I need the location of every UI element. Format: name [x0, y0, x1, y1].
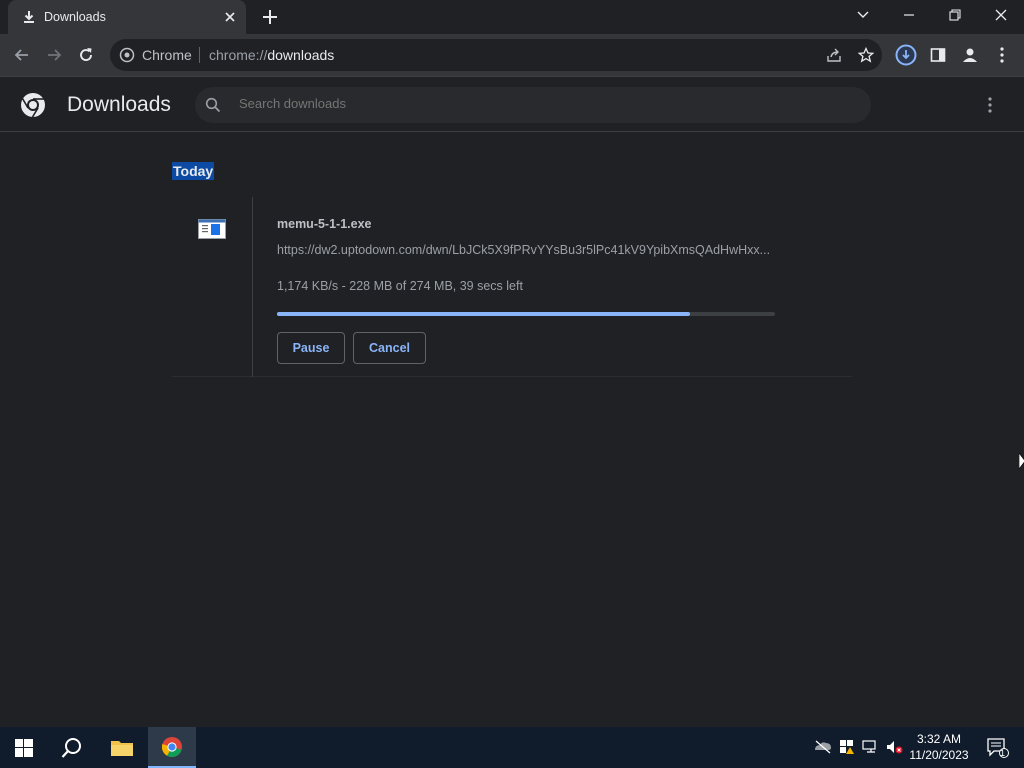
chrome-logo-icon [21, 93, 45, 118]
download-progress-icon [895, 44, 917, 66]
browser-toolbar: Chrome chrome://downloads [0, 34, 1024, 76]
download-item: memu-5-1-1.exe https://dw2.uptodown.com/… [172, 197, 852, 377]
volume-muted-icon[interactable] [886, 740, 904, 754]
taskbar-search-button[interactable] [48, 727, 96, 768]
chrome-taskbar-button[interactable] [148, 727, 196, 768]
download-progress-bar [277, 312, 775, 316]
item-divider [252, 197, 253, 377]
clock-date: 11/20/2023 [909, 748, 969, 762]
downloads-toolbar-button[interactable] [894, 43, 918, 67]
more-vert-icon [1000, 47, 1004, 63]
download-icon [24, 11, 34, 23]
start-button[interactable] [0, 727, 48, 768]
arrow-left-icon [14, 49, 28, 61]
download-url[interactable]: https://dw2.uptodown.com/dwn/LbJCk5X9fPR… [277, 243, 777, 257]
profile-icon [963, 48, 977, 62]
minimize-button[interactable] [886, 0, 932, 30]
search-icon [205, 97, 221, 113]
tab-downloads[interactable]: Downloads [8, 0, 246, 34]
mouse-cursor-icon [1019, 453, 1024, 469]
close-icon [995, 9, 1007, 21]
profile-button[interactable] [958, 43, 982, 67]
new-tab-icon[interactable] [261, 8, 279, 26]
progress-fill [277, 312, 691, 316]
title-bar: Downloads [0, 0, 1024, 34]
chevron-down-icon [857, 11, 869, 18]
notification-center-button[interactable]: 1 [978, 727, 1018, 768]
bookmark-star-icon[interactable] [858, 47, 874, 63]
file-explorer-button[interactable] [98, 727, 146, 768]
minimize-icon [904, 14, 914, 16]
restore-button[interactable] [932, 0, 978, 30]
downloads-list: Today memu-5-1-1.exe https://dw2.uptodow… [0, 133, 1024, 727]
notification-count: 1 [1000, 748, 1006, 758]
taskbar: 3:32 AM 11/20/2023 1 [0, 727, 1024, 768]
back-button[interactable] [10, 43, 34, 67]
chrome-icon [161, 736, 182, 757]
security-warning-icon[interactable] [839, 739, 855, 755]
more-vert-icon[interactable] [980, 95, 1000, 115]
close-tab-icon[interactable] [222, 9, 238, 25]
side-panel-icon [930, 48, 946, 62]
cancel-button[interactable]: Cancel [353, 332, 426, 364]
forward-button[interactable] [42, 43, 66, 67]
restore-icon [949, 9, 961, 21]
download-filename[interactable]: memu-5-1-1.exe [277, 217, 372, 231]
address-url[interactable]: chrome://downloads [209, 47, 334, 63]
reload-button[interactable] [74, 43, 98, 67]
search-icon [61, 737, 81, 758]
arrow-right-icon [48, 49, 62, 61]
tab-search-button[interactable] [840, 0, 886, 30]
windows-logo-icon [15, 738, 33, 757]
chrome-menu-button[interactable] [990, 43, 1014, 67]
folder-icon [111, 740, 133, 756]
date-group-label: Today [172, 162, 215, 180]
clock-time: 3:32 AM [916, 732, 962, 746]
search-input[interactable] [239, 96, 839, 111]
close-window-button[interactable] [978, 0, 1024, 30]
address-bar[interactable]: Chrome chrome://downloads [110, 39, 882, 71]
clock[interactable]: 3:32 AM 11/20/2023 [906, 731, 972, 763]
site-label: Chrome [142, 47, 192, 63]
share-icon[interactable] [826, 47, 842, 63]
page-title: Downloads [67, 93, 171, 116]
network-icon[interactable] [862, 740, 880, 754]
reload-icon [80, 48, 92, 61]
download-status: 1,174 KB/s - 228 MB of 274 MB, 39 secs l… [277, 279, 523, 293]
search-box[interactable] [195, 87, 871, 123]
exe-file-icon [198, 219, 226, 239]
tab-title: Downloads [44, 10, 106, 24]
side-panel-button[interactable] [926, 43, 950, 67]
chrome-site-icon [119, 47, 135, 63]
pause-button[interactable]: Pause [277, 332, 345, 364]
address-separator [199, 47, 200, 63]
network-offline-icon[interactable] [814, 740, 832, 754]
notification-icon [987, 737, 1009, 758]
downloads-header: Downloads [0, 77, 1024, 132]
